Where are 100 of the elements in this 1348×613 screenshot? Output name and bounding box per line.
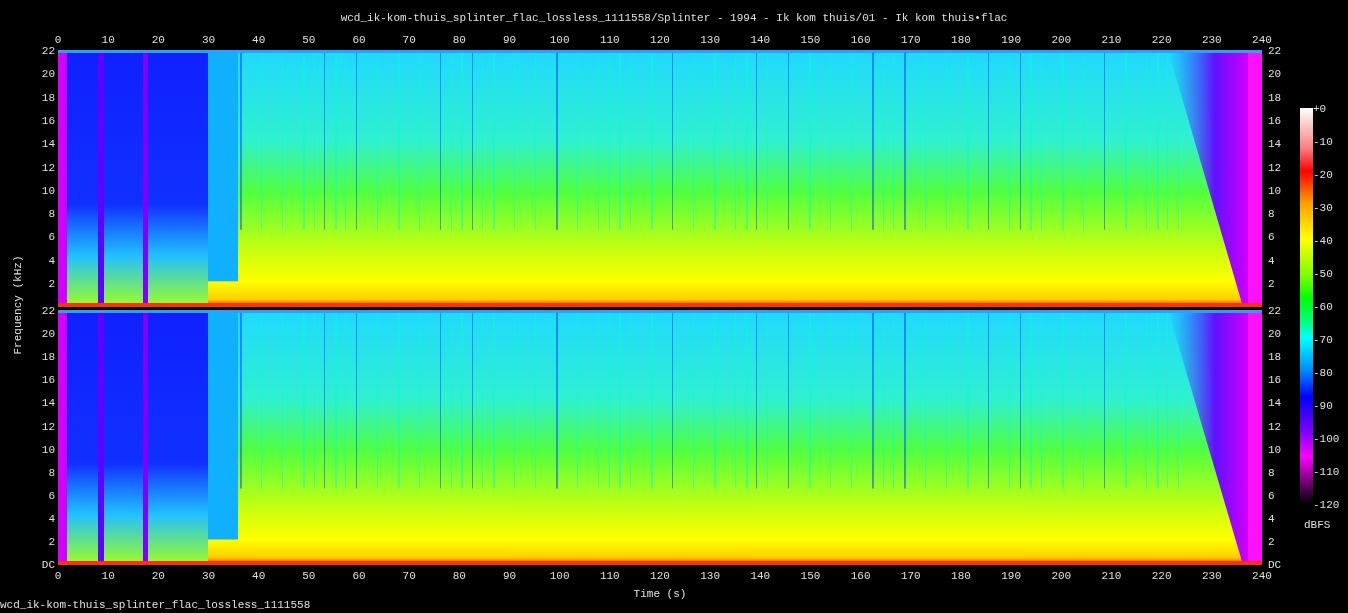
frequency-axis-label: 12 <box>1268 162 1282 173</box>
time-axis-label: 210 <box>1101 571 1122 582</box>
time-axis-label: 130 <box>700 571 721 582</box>
file-name: wcd_ik-kom-thuis_splinter_flac_lossless_1111558 <box>0 600 311 611</box>
frequency-axis-label: 22 <box>41 45 55 57</box>
time-axis-label: 20 <box>151 35 165 46</box>
colorbar-label: -90 <box>1313 400 1333 412</box>
time-axis-label: 30 <box>201 35 216 46</box>
time-axis-label: 20 <box>151 571 165 582</box>
frequency-axis-label: DC <box>41 559 55 571</box>
colorbar-label: -100 <box>1313 433 1340 445</box>
time-axis-label: 230 <box>1201 35 1222 46</box>
time-axis-label: 100 <box>549 571 570 582</box>
frequency-axis-label: 6 <box>48 231 55 243</box>
frequency-axis-label: 18 <box>41 92 55 104</box>
frequency-axis-label: 16 <box>41 374 55 386</box>
time-axis-label: 200 <box>1051 35 1072 46</box>
time-axis-label: 50 <box>302 35 316 46</box>
frequency-axis-label: 12 <box>41 162 55 173</box>
frequency-axis-label: 2 <box>48 278 55 290</box>
frequency-axis-label: 18 <box>41 351 55 363</box>
time-axis-label: 80 <box>452 35 466 46</box>
frequency-axis-label: 14 <box>1268 138 1282 150</box>
frequency-axis-label: 4 <box>1268 255 1275 267</box>
frequency-axis-label: 6 <box>1268 231 1275 243</box>
colorbar-label: -110 <box>1313 466 1340 478</box>
time-axis-label: 40 <box>252 35 266 46</box>
frequency-axis-label: 10 <box>1268 444 1282 456</box>
x-axis-title: Time (s) <box>633 589 687 600</box>
colorbar-label: -70 <box>1313 334 1333 346</box>
time-axis-label: 170 <box>900 571 921 582</box>
time-axis-label: 150 <box>800 571 821 582</box>
time-axis-label: 210 <box>1101 35 1122 46</box>
colorbar-label: -30 <box>1313 202 1333 214</box>
frequency-axis-label: 2 <box>1268 536 1275 548</box>
time-axis-label: 10 <box>101 35 115 46</box>
frequency-axis-label: 20 <box>41 328 55 340</box>
frequency-axis-label: 16 <box>1268 374 1282 386</box>
frequency-axis-label: 20 <box>1268 68 1282 80</box>
frequency-axis-label: 22 <box>41 305 55 317</box>
frequency-axis-label: 12 <box>1268 421 1282 432</box>
frequency-axis-label: 14 <box>41 138 55 150</box>
frequency-axis-label: 8 <box>1268 208 1275 220</box>
time-axis-label: 220 <box>1151 571 1172 582</box>
frequency-axis-label: 4 <box>1268 513 1275 525</box>
colorbar-label: -50 <box>1313 268 1333 280</box>
frequency-axis-label: 2 <box>48 536 55 548</box>
frequency-axis-label: 8 <box>1268 467 1275 479</box>
colorbar-label: -60 <box>1313 301 1333 313</box>
time-axis-label: 150 <box>800 35 821 46</box>
time-axis-label: 90 <box>502 571 517 582</box>
time-axis-label: 60 <box>352 35 366 46</box>
frequency-axis-label: 6 <box>1268 490 1275 502</box>
time-axis-label: 220 <box>1151 35 1172 46</box>
time-axis-label: 140 <box>750 571 771 582</box>
colorbar-label: -80 <box>1313 367 1333 379</box>
time-axis-label: 230 <box>1201 571 1222 582</box>
frequency-axis-label: 10 <box>1268 185 1282 197</box>
y-axis-title: Frequency (kHz) <box>12 255 24 355</box>
time-axis-label: 60 <box>352 571 366 582</box>
time-axis-label: 100 <box>549 35 570 46</box>
frequency-axis-label: 4 <box>48 513 55 525</box>
frequency-axis-label: 10 <box>41 444 55 456</box>
time-axis-label: 30 <box>201 571 216 582</box>
frequency-axis-label: 2 <box>1268 278 1275 290</box>
frequency-axis-label: 16 <box>1268 115 1282 127</box>
plot-title: wcd_ik-kom-thuis_splinter_flac_lossless_1111558/Splinter - 1994 - Ik kom thuis/01 - Ik kom thuis•flac <box>339 13 1009 24</box>
time-axis-label: 160 <box>850 571 871 582</box>
time-axis-label: 120 <box>650 35 670 46</box>
time-axis-label: 110 <box>599 571 620 582</box>
time-axis-label: 90 <box>502 35 517 46</box>
time-axis-label: 40 <box>252 571 266 582</box>
frequency-axis-label: 16 <box>41 115 55 127</box>
time-axis-label: 180 <box>951 571 971 582</box>
frequency-axis-label: 12 <box>41 421 55 432</box>
frequency-axis-label: 4 <box>48 255 55 267</box>
time-axis-label: 110 <box>599 35 620 46</box>
time-axis-label: 240 <box>1252 571 1272 582</box>
colorbar-unit: dBFS <box>1304 520 1331 531</box>
frequency-axis-label: 18 <box>1268 351 1282 363</box>
frequency-axis-label: 18 <box>1268 92 1282 104</box>
time-axis-label: 80 <box>452 571 466 582</box>
time-axis-label: 130 <box>700 35 721 46</box>
frequency-axis-label: 22 <box>1268 305 1282 317</box>
time-axis-label: 120 <box>650 571 670 582</box>
frequency-axis-label: 10 <box>41 185 55 197</box>
colorbar-label: -10 <box>1313 136 1333 148</box>
frequency-axis-label: 20 <box>41 68 55 80</box>
time-axis-label: 240 <box>1252 35 1272 46</box>
frequency-axis-label: 8 <box>48 467 55 479</box>
colorbar-label: +0 <box>1313 103 1327 115</box>
frequency-axis-label: 22 <box>1268 45 1282 57</box>
time-axis-label: 180 <box>951 35 971 46</box>
time-axis-label: 160 <box>850 35 871 46</box>
time-axis-label: 50 <box>302 571 316 582</box>
frequency-axis-label: 14 <box>1268 397 1282 409</box>
time-axis-label: 190 <box>1001 571 1022 582</box>
frequency-axis-label: 14 <box>41 397 55 409</box>
colorbar-label: -20 <box>1313 169 1333 181</box>
time-axis-label: 70 <box>402 571 416 582</box>
